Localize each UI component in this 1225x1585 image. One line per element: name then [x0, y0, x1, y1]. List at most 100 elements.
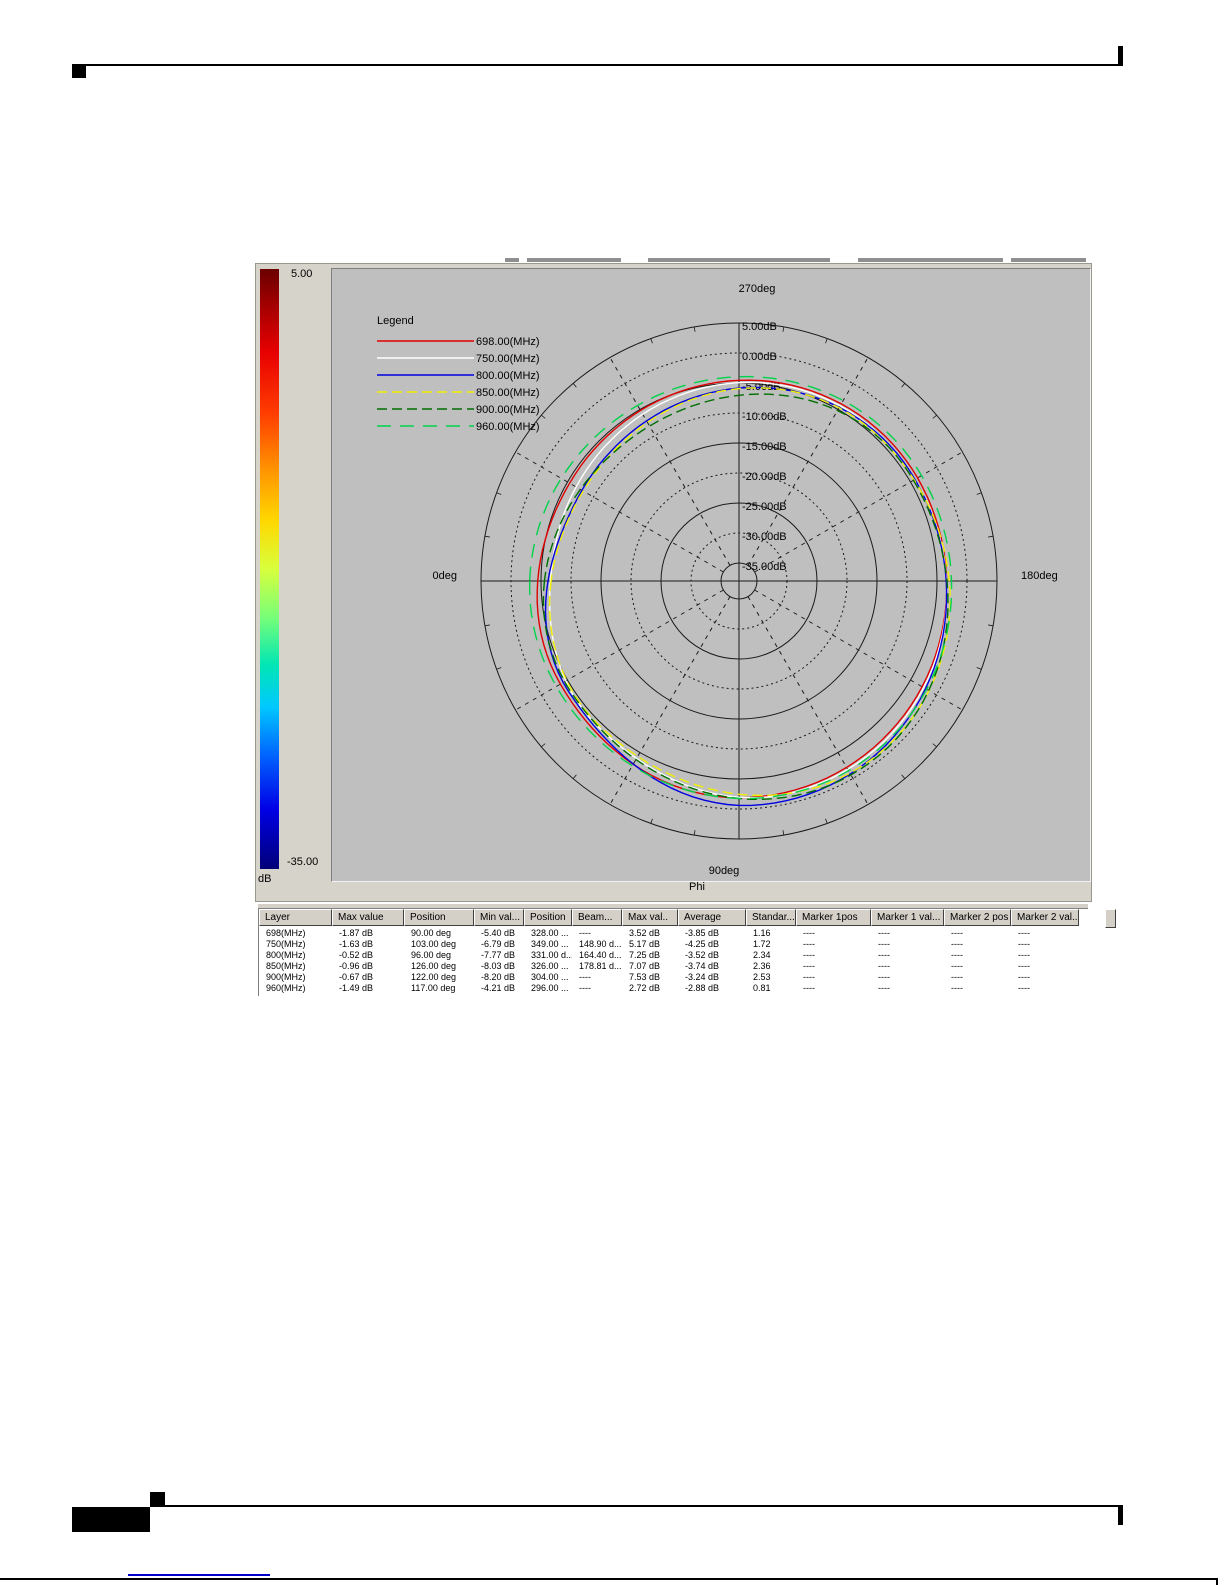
table-cell: 2.36 — [746, 961, 796, 972]
footer-rule-right-tick — [1118, 1505, 1123, 1525]
table-row[interactable]: 698(MHz)-1.87 dB90.00 deg-5.40 dB328.00 … — [259, 928, 1091, 939]
outer-ring-tick — [783, 830, 784, 835]
table-cell: ---- — [1011, 983, 1079, 994]
table-cell: -4.21 dB — [474, 983, 524, 994]
table-cell: 1.16 — [746, 928, 796, 939]
outer-ring-tick — [988, 625, 993, 626]
table-cell: 5.17 dB — [622, 939, 678, 950]
column-header-layer[interactable]: Layer — [259, 909, 332, 926]
table-cell: -1.49 dB — [332, 983, 404, 994]
table-cell: -3.74 dB — [678, 961, 746, 972]
colorbar-unit-label: dB — [258, 873, 271, 885]
table-cell: -3.52 dB — [678, 950, 746, 961]
grid-spoke — [755, 590, 963, 710]
radial-tick-label: -10.00dB — [742, 411, 787, 423]
document-page: { "chart_data": { "type": "polar-line", … — [0, 0, 1225, 1585]
footer-rule — [150, 1505, 1121, 1507]
column-header-marker-2-pos[interactable]: Marker 2 pos — [944, 909, 1011, 926]
colorbar-gradient — [260, 269, 279, 869]
table-body: 698(MHz)-1.87 dB90.00 deg-5.40 dB328.00 … — [259, 926, 1091, 996]
table-cell: ---- — [944, 950, 1011, 961]
table-row[interactable]: 900(MHz)-0.67 dB122.00 deg-8.20 dB304.00… — [259, 972, 1091, 983]
table-cell: ---- — [944, 939, 1011, 950]
top-rule-right-tick — [1118, 46, 1123, 66]
polar-chart: 5.00dB0.00dB-5.00dB-10.00dB-15.00dB-20.0… — [332, 269, 1090, 881]
table-cell: 2.34 — [746, 950, 796, 961]
table-cell: 178.81 d... — [572, 961, 622, 972]
table-cell: 122.00 deg — [404, 972, 474, 983]
table-cell: ---- — [944, 972, 1011, 983]
table-header-row: LayerMax valuePositionMin val...Position… — [259, 909, 1091, 926]
outer-ring-tick — [573, 383, 576, 387]
radial-tick-label: -20.00dB — [742, 471, 787, 483]
column-header-min-val[interactable]: Min val... — [474, 909, 524, 926]
toolbar-edge-fragment — [505, 258, 519, 262]
table-row[interactable]: 800(MHz)-0.52 dB96.00 deg-7.77 dB331.00 … — [259, 950, 1091, 961]
table-cell: -1.87 dB — [332, 928, 404, 939]
results-table: LayerMax valuePositionMin val...Position… — [258, 909, 1091, 996]
table-cell: 850(MHz) — [259, 961, 332, 972]
table-cell: 0.81 — [746, 983, 796, 994]
column-header-marker-1-val[interactable]: Marker 1 val... — [871, 909, 944, 926]
table-cell: 148.90 d... — [572, 939, 622, 950]
table-cell: 90.00 deg — [404, 928, 474, 939]
outer-ring-tick — [651, 819, 653, 824]
table-cell: -8.03 dB — [474, 961, 524, 972]
column-header-position[interactable]: Position — [404, 909, 474, 926]
table-cell: ---- — [796, 972, 871, 983]
column-header-beam[interactable]: Beam... — [572, 909, 622, 926]
column-header-position[interactable]: Position — [524, 909, 572, 926]
table-cell: ---- — [796, 983, 871, 994]
table-cell: ---- — [871, 939, 944, 950]
outer-ring-tick — [694, 830, 695, 835]
table-cell: -0.67 dB — [332, 972, 404, 983]
table-cell: 7.07 dB — [622, 961, 678, 972]
outer-ring-tick — [902, 383, 905, 387]
table-cell: 103.00 deg — [404, 939, 474, 950]
outer-ring-tick — [497, 668, 502, 670]
footer-black-block — [72, 1507, 150, 1532]
table-row[interactable]: 850(MHz)-0.96 dB126.00 deg-8.03 dB326.00… — [259, 961, 1091, 972]
table-cell: 3.52 dB — [622, 928, 678, 939]
column-header-marker-1pos[interactable]: Marker 1pos — [796, 909, 871, 926]
outer-ring-tick — [573, 775, 576, 779]
table-cell: 750(MHz) — [259, 939, 332, 950]
angle-axis-title: Phi — [689, 881, 705, 893]
table-row[interactable]: 960(MHz)-1.49 dB117.00 deg-4.21 dB296.00… — [259, 983, 1091, 994]
outer-ring-tick — [902, 775, 905, 779]
column-header-max-val[interactable]: Max val.. — [622, 909, 678, 926]
bottom-page-rule — [0, 1578, 1218, 1580]
table-cell: 117.00 deg — [404, 983, 474, 994]
table-cell: ---- — [796, 928, 871, 939]
outer-ring-tick — [485, 625, 490, 626]
table-cell: ---- — [871, 972, 944, 983]
table-cell: -1.63 dB — [332, 939, 404, 950]
table-cell: -3.85 dB — [678, 928, 746, 939]
table-cell: ---- — [572, 983, 622, 994]
toolbar-edge-fragment — [527, 258, 621, 262]
column-header-max-value[interactable]: Max value — [332, 909, 404, 926]
table-cell: 304.00 ... — [524, 972, 572, 983]
table-cell: 164.40 d... — [572, 950, 622, 961]
outer-ring-tick — [977, 493, 982, 495]
table-cell: ---- — [572, 972, 622, 983]
footer-link-underline[interactable] — [128, 1574, 270, 1576]
table-cell: 2.53 — [746, 972, 796, 983]
grid-spoke — [516, 590, 724, 710]
table-row[interactable]: 750(MHz)-1.63 dB103.00 deg-6.79 dB349.00… — [259, 939, 1091, 950]
grid-spoke — [748, 597, 868, 805]
column-header-standar[interactable]: Standar... — [746, 909, 796, 926]
angle-label: 0deg — [433, 570, 457, 582]
table-cell: ---- — [1011, 961, 1079, 972]
outer-ring-tick — [933, 744, 937, 747]
legend-entry-label: 850.00(MHz) — [476, 387, 540, 399]
table-cell: -3.24 dB — [678, 972, 746, 983]
outer-ring-tick — [977, 668, 982, 670]
column-header-marker-2-val[interactable]: Marker 2 val... — [1011, 909, 1079, 926]
table-cell: 1.72 — [746, 939, 796, 950]
table-cell: -2.88 dB — [678, 983, 746, 994]
angle-label: 270deg — [739, 283, 776, 295]
outer-ring-tick — [485, 536, 490, 537]
table-cell: ---- — [944, 961, 1011, 972]
column-header-average[interactable]: Average — [678, 909, 746, 926]
